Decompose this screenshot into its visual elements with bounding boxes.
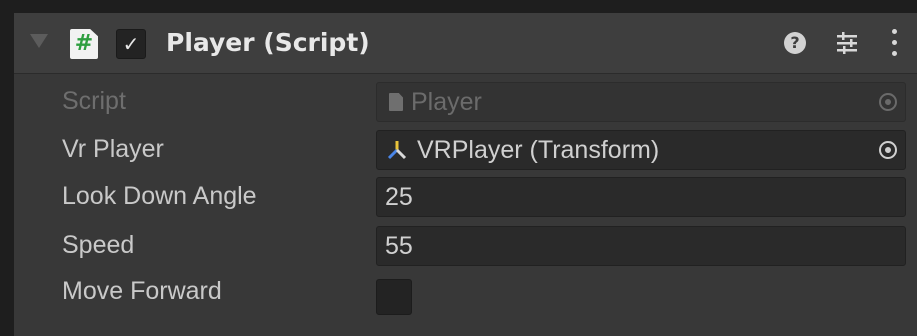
object-picker-icon [879,93,897,111]
speed-field-label: Speed [62,231,135,259]
move-forward-field-label: Move Forward [62,277,222,305]
help-icon[interactable]: ? [784,32,806,54]
script-hash-glyph: # [74,31,94,56]
script-object-field: Player [376,82,906,122]
script-asset-icon [389,93,403,111]
field-row-look-down-angle: Look Down Angle 25 [14,172,917,220]
csharp-script-icon: # [70,29,98,59]
component-title: Player (Script) [166,28,370,57]
foldout-arrow-icon[interactable] [30,34,48,48]
checkmark-icon: ✓ [122,32,140,56]
vr-player-field-label: Vr Player [62,135,164,163]
field-row-vr-player: Vr Player VRPlayer (Transform) [14,125,917,173]
vr-player-field-value: VRPlayer (Transform) [417,136,660,164]
look-down-angle-value: 25 [385,183,413,211]
look-down-angle-field-label: Look Down Angle [62,182,257,210]
vr-player-object-field[interactable]: VRPlayer (Transform) [376,130,906,170]
transform-icon [387,141,407,160]
script-field-label: Script [62,87,126,115]
component-header[interactable]: # ✓ Player (Script) ? [14,13,917,74]
object-picker-icon[interactable] [877,139,899,161]
presets-sliders-icon[interactable] [834,29,860,57]
script-field-value: Player [411,88,482,116]
component-enabled-checkbox[interactable]: ✓ [116,29,146,59]
field-row-speed: Speed 55 [14,221,917,269]
window-edge-left [0,0,14,336]
move-forward-checkbox[interactable] [376,279,412,315]
look-down-angle-input[interactable]: 25 [376,177,906,217]
speed-value: 55 [385,232,413,260]
speed-input[interactable]: 55 [376,226,906,266]
kebab-menu-icon[interactable] [888,27,900,59]
window-edge-top [0,0,917,13]
inspector-component-panel: # ✓ Player (Script) ? Script Player Vr P… [14,13,917,336]
field-row-script: Script Player [14,77,917,125]
field-row-move-forward: Move Forward [14,267,917,315]
